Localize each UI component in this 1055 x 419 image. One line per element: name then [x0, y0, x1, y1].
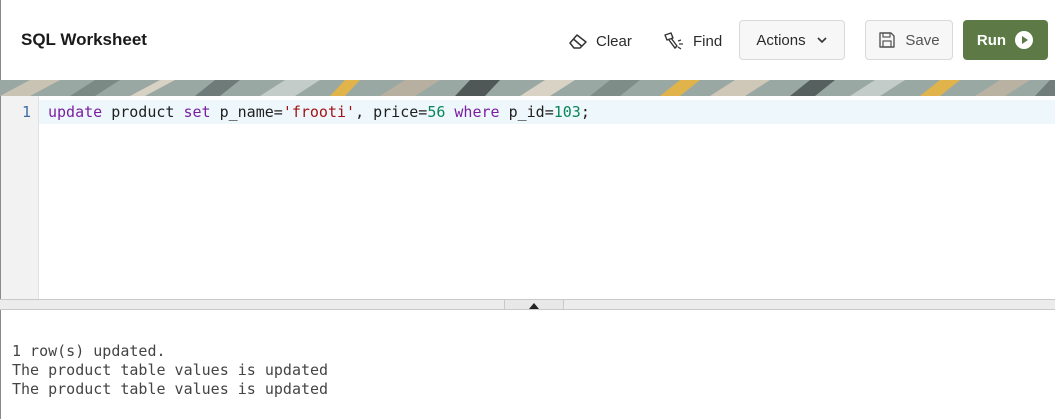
actions-menu-button[interactable]: Actions	[739, 20, 845, 60]
sql-text: product	[102, 103, 184, 121]
chevron-down-icon	[816, 36, 828, 44]
floppy-disk-icon	[878, 31, 896, 49]
sql-text: p_name=	[210, 103, 283, 121]
eraser-icon	[568, 32, 588, 50]
pane-splitter[interactable]	[0, 299, 1055, 310]
splitter-toggle[interactable]	[504, 300, 564, 309]
code-line[interactable]: update product set p_name='frooti', pric…	[39, 100, 1055, 124]
run-button[interactable]: Run	[963, 20, 1048, 60]
clear-button[interactable]: Clear	[568, 27, 632, 55]
line-number-gutter: 1	[1, 96, 39, 299]
sql-text: p_id=	[499, 103, 554, 121]
actions-label: Actions	[756, 31, 806, 49]
decorative-banner	[0, 80, 1055, 96]
clear-label: Clear	[596, 32, 632, 50]
sql-text: , price=	[355, 103, 428, 121]
find-button[interactable]: Find	[663, 27, 722, 55]
line-number: 1	[21, 103, 31, 121]
sql-number: 103	[553, 103, 581, 121]
code-editor[interactable]: 1 update product set p_name='frooti', pr…	[0, 96, 1055, 299]
play-circle-icon	[1014, 30, 1034, 50]
flashlight-icon	[663, 31, 685, 51]
run-label: Run	[976, 31, 1007, 49]
sql-keyword: where	[454, 103, 500, 121]
find-label: Find	[693, 32, 723, 50]
output-line: The product table values is updated	[12, 361, 329, 379]
sql-number: 56	[427, 103, 446, 121]
worksheet-header: SQL Worksheet Clear Find Actions Save Ru…	[0, 0, 1055, 80]
save-label: Save	[905, 31, 940, 49]
sql-string: 'frooti'	[282, 103, 356, 121]
sql-text: ;	[580, 103, 590, 121]
sql-keyword: update	[48, 103, 103, 121]
script-output: 1 row(s) updated. The product table valu…	[0, 310, 1055, 419]
save-button[interactable]: Save	[865, 20, 953, 60]
output-line: 1 row(s) updated.	[12, 342, 166, 360]
output-line: The product table values is updated	[12, 380, 329, 398]
page-title: SQL Worksheet	[21, 30, 147, 49]
sql-keyword: set	[183, 103, 211, 121]
